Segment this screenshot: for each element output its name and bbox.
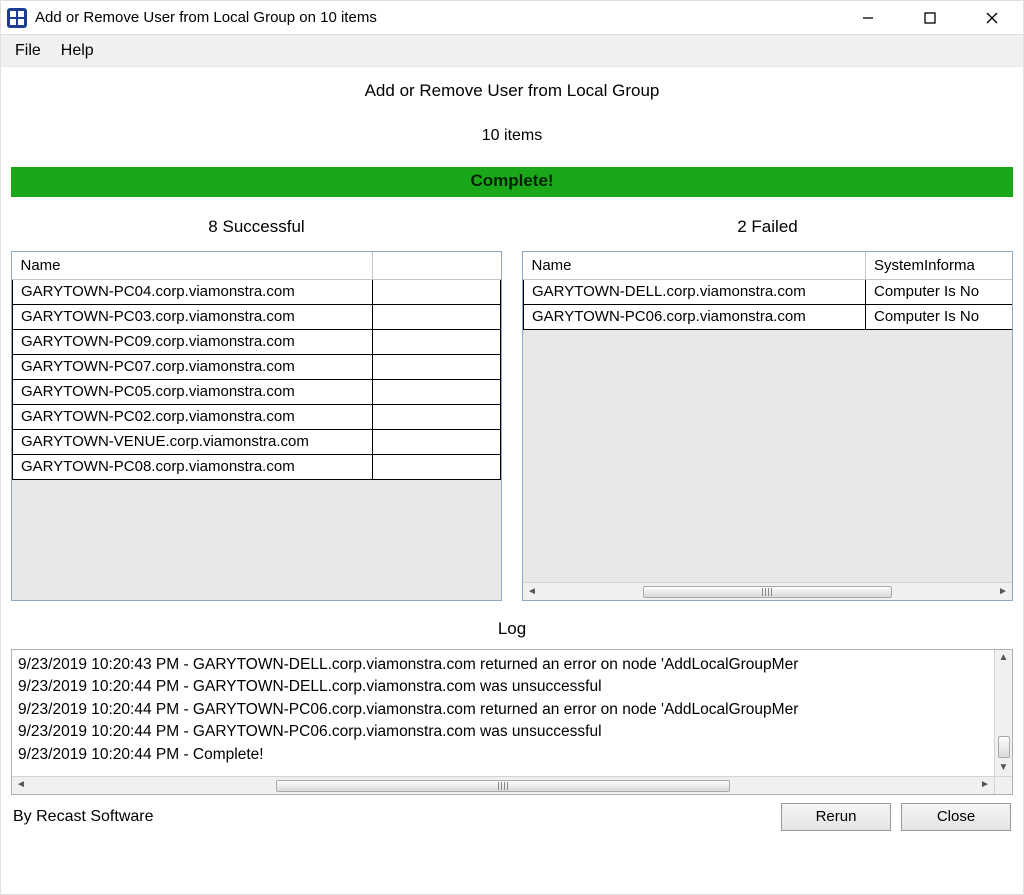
cell-name[interactable]: GARYTOWN-PC02.corp.viamonstra.com	[13, 405, 373, 430]
item-count: 10 items	[11, 127, 1013, 145]
cell-blank	[373, 455, 501, 480]
scroll-up-icon[interactable]: ▲	[995, 650, 1012, 666]
scroll-thumb[interactable]	[643, 586, 892, 598]
successful-col-name[interactable]: Name	[13, 252, 373, 280]
cell-name[interactable]: GARYTOWN-PC09.corp.viamonstra.com	[13, 330, 373, 355]
status-banner: Complete!	[11, 167, 1013, 197]
menu-file[interactable]: File	[7, 38, 53, 64]
menu-bar: File Help	[1, 35, 1023, 67]
cell-name[interactable]: GARYTOWN-PC07.corp.viamonstra.com	[13, 355, 373, 380]
scroll-right-icon[interactable]: ►	[976, 778, 994, 794]
scroll-left-icon[interactable]: ◄	[12, 778, 30, 794]
close-button[interactable]: Close	[901, 803, 1011, 831]
failed-title: 2 Failed	[522, 201, 1013, 251]
cell-name[interactable]: GARYTOWN-PC04.corp.viamonstra.com	[13, 280, 373, 305]
menu-help[interactable]: Help	[53, 38, 106, 64]
app-icon	[7, 8, 27, 28]
successful-col-blank	[373, 252, 501, 280]
cell-blank	[373, 280, 501, 305]
cell-blank	[373, 305, 501, 330]
scroll-corner	[994, 776, 1012, 794]
cell-name[interactable]: GARYTOWN-PC05.corp.viamonstra.com	[13, 380, 373, 405]
log-line: 9/23/2019 10:20:44 PM - GARYTOWN-PC06.co…	[18, 721, 992, 743]
table-row[interactable]: GARYTOWN-DELL.corp.viamonstra.comCompute…	[524, 280, 1014, 305]
table-row[interactable]: GARYTOWN-VENUE.corp.viamonstra.com	[13, 430, 501, 455]
failed-col-name[interactable]: Name	[524, 252, 866, 280]
scroll-thumb[interactable]	[998, 736, 1010, 758]
window-close-button[interactable]	[961, 1, 1023, 34]
failed-col-info[interactable]: SystemInforma	[866, 252, 1014, 280]
cell-info[interactable]: Computer Is No	[866, 280, 1014, 305]
log-horizontal-scrollbar[interactable]: ◄ ►	[12, 776, 994, 794]
successful-grid[interactable]: Name GARYTOWN-PC04.corp.viamonstra.comGA…	[11, 251, 502, 601]
window-title: Add or Remove User from Local Group on 1…	[35, 9, 837, 26]
table-row[interactable]: GARYTOWN-PC03.corp.viamonstra.com	[13, 305, 501, 330]
table-row[interactable]: GARYTOWN-PC07.corp.viamonstra.com	[13, 355, 501, 380]
page-heading: Add or Remove User from Local Group	[11, 81, 1013, 101]
successful-title: 8 Successful	[11, 201, 502, 251]
window-maximize-button[interactable]	[899, 1, 961, 34]
scroll-down-icon[interactable]: ▼	[995, 760, 1012, 776]
cell-name[interactable]: GARYTOWN-PC06.corp.viamonstra.com	[524, 305, 866, 330]
log-line: 9/23/2019 10:20:44 PM - GARYTOWN-DELL.co…	[18, 676, 992, 698]
byline: By Recast Software	[13, 808, 771, 826]
cell-info[interactable]: Computer Is No	[866, 305, 1014, 330]
window-minimize-button[interactable]	[837, 1, 899, 34]
cell-name[interactable]: GARYTOWN-PC03.corp.viamonstra.com	[13, 305, 373, 330]
log-line: 9/23/2019 10:20:44 PM - GARYTOWN-PC06.co…	[18, 699, 992, 721]
log-line: 9/23/2019 10:20:44 PM - Complete!	[18, 744, 992, 766]
cell-blank	[373, 430, 501, 455]
log-box[interactable]: 9/23/2019 10:20:43 PM - GARYTOWN-DELL.co…	[11, 649, 1013, 795]
table-row[interactable]: GARYTOWN-PC05.corp.viamonstra.com	[13, 380, 501, 405]
cell-blank	[373, 330, 501, 355]
failed-grid-scrollbar[interactable]: ◄ ►	[523, 582, 1012, 600]
rerun-button[interactable]: Rerun	[781, 803, 891, 831]
log-label: Log	[11, 619, 1013, 639]
table-row[interactable]: GARYTOWN-PC08.corp.viamonstra.com	[13, 455, 501, 480]
cell-name[interactable]: GARYTOWN-VENUE.corp.viamonstra.com	[13, 430, 373, 455]
failed-grid[interactable]: Name SystemInforma GARYTOWN-DELL.corp.vi…	[522, 251, 1013, 601]
scroll-right-icon[interactable]: ►	[994, 584, 1012, 600]
scroll-left-icon[interactable]: ◄	[523, 584, 541, 600]
cell-blank	[373, 355, 501, 380]
table-row[interactable]: GARYTOWN-PC06.corp.viamonstra.comCompute…	[524, 305, 1014, 330]
table-row[interactable]: GARYTOWN-PC02.corp.viamonstra.com	[13, 405, 501, 430]
cell-blank	[373, 380, 501, 405]
table-row[interactable]: GARYTOWN-PC09.corp.viamonstra.com	[13, 330, 501, 355]
cell-name[interactable]: GARYTOWN-PC08.corp.viamonstra.com	[13, 455, 373, 480]
log-line: 9/23/2019 10:20:43 PM - GARYTOWN-DELL.co…	[18, 654, 992, 676]
log-vertical-scrollbar[interactable]: ▲ ▼	[994, 650, 1012, 776]
table-row[interactable]: GARYTOWN-PC04.corp.viamonstra.com	[13, 280, 501, 305]
scroll-thumb[interactable]	[276, 780, 730, 792]
cell-blank	[373, 405, 501, 430]
cell-name[interactable]: GARYTOWN-DELL.corp.viamonstra.com	[524, 280, 866, 305]
title-bar: Add or Remove User from Local Group on 1…	[1, 1, 1023, 35]
